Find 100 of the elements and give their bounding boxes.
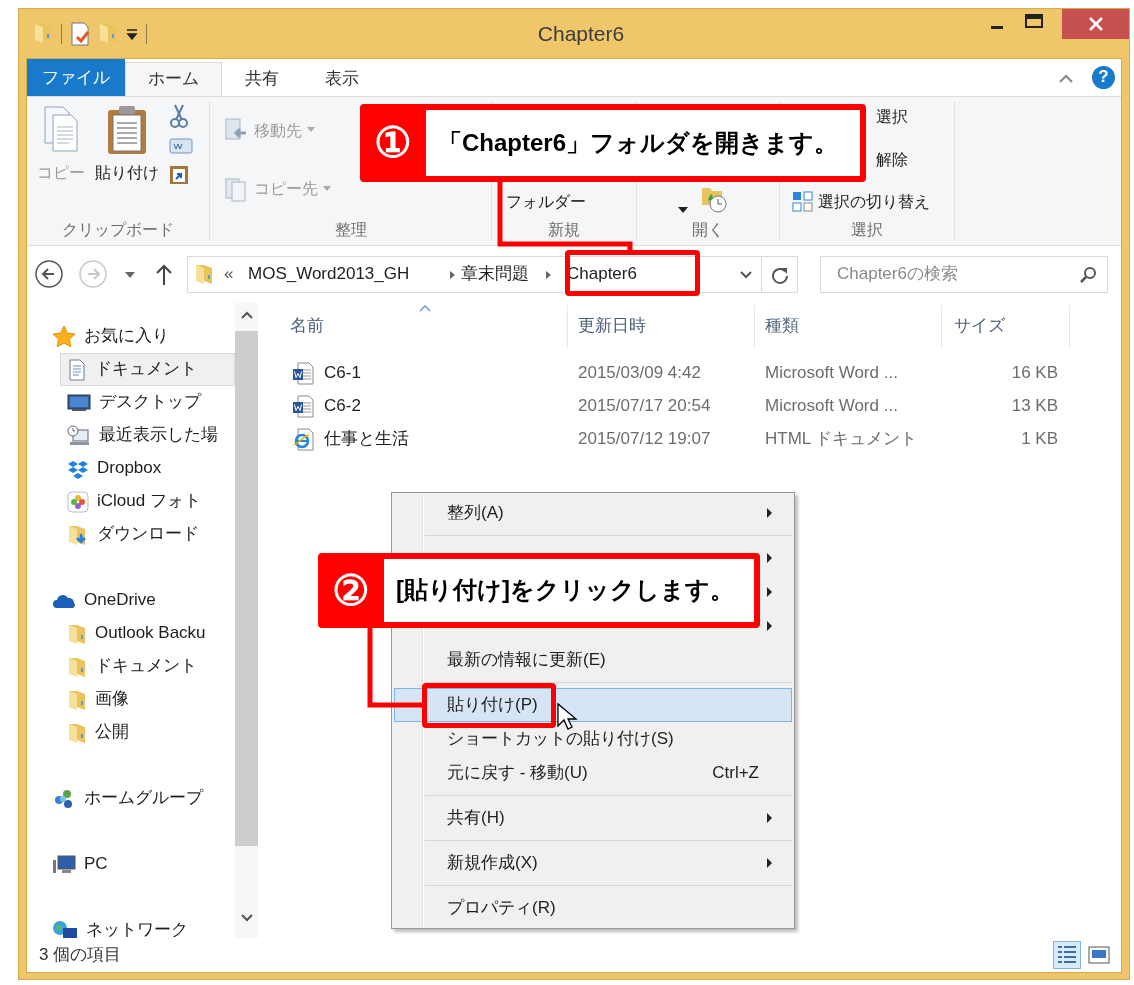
folder-icon	[194, 262, 214, 287]
ribbon-button-label[interactable]: フォルダー	[506, 192, 586, 212]
search-icon[interactable]	[1079, 265, 1097, 284]
word-document-icon	[292, 395, 314, 418]
box-stack-icon	[67, 458, 89, 479]
ribbon-button-label[interactable]: 解除	[876, 149, 908, 170]
column-header[interactable]: 更新日時	[578, 315, 646, 337]
column-header[interactable]: 種類	[765, 315, 799, 337]
menu-item[interactable]: 貼り付け(P)	[394, 688, 792, 722]
history-dropdown-icon[interactable]	[739, 269, 753, 280]
group-label: 選択	[850, 219, 884, 240]
nav-item[interactable]: ダウンロード	[60, 518, 235, 551]
nav-item[interactable]: デスクトップ	[60, 386, 235, 419]
nav-item[interactable]: ネットワーク	[27, 914, 235, 938]
overflow-chevrons[interactable]: «	[224, 264, 248, 285]
group-label: クリップボード	[61, 219, 175, 240]
flower-icon	[67, 490, 89, 513]
menu-item[interactable]: 共有(H)	[394, 801, 792, 835]
help-button[interactable]: ?	[1092, 66, 1115, 89]
nav-item[interactable]: 最近表示した場	[60, 419, 235, 452]
recent-locations-caret-icon[interactable]	[123, 269, 137, 280]
menu-item[interactable]: 整列(A)	[394, 496, 792, 530]
breadcrumb-segment[interactable]: MOS_Word2013_GH	[248, 264, 444, 285]
grid-squares-icon[interactable]	[792, 191, 814, 213]
clipboard-icon[interactable]	[105, 105, 149, 155]
nav-item[interactable]: Outlook Backu	[60, 617, 235, 650]
callout-text: [貼り付け]をクリックします。	[384, 559, 754, 622]
scrollbar-thumb[interactable]	[235, 331, 258, 846]
picture-view-icon	[1087, 943, 1111, 967]
star-icon	[52, 324, 76, 349]
nav-item[interactable]: 公開	[60, 716, 235, 749]
clock-icon	[67, 424, 91, 447]
group-label: 新規	[547, 219, 581, 240]
cloud-icon	[52, 592, 76, 609]
nav-item[interactable]: iCloud フォト	[60, 485, 235, 518]
dropdown-icon[interactable]	[126, 27, 138, 40]
monitor-icon	[67, 392, 91, 413]
menu-item[interactable]: 最新の情報に更新(E)	[394, 643, 792, 677]
status-text: 3 個の項目	[39, 944, 122, 966]
word-document-icon	[292, 362, 314, 385]
folder-icon	[67, 622, 87, 645]
table-cell: 2015/07/17 20:54	[578, 396, 711, 416]
table-cell: Microsoft Word ...	[765, 363, 898, 383]
table-cell: 13 KB	[1011, 396, 1058, 416]
search-field[interactable]: Chapter6の検索	[835, 263, 1079, 286]
window-title: Chapter6	[537, 21, 625, 45]
step-number: ②	[331, 565, 371, 616]
nav-item[interactable]: お気に入り	[27, 320, 235, 353]
nav-item[interactable]: ホームグループ	[27, 782, 235, 815]
folder-icon	[67, 655, 87, 678]
nav-item[interactable]: 画像	[60, 683, 235, 716]
step-number: ①	[373, 118, 413, 168]
table-cell: 2015/07/12 19:07	[578, 429, 711, 449]
nav-item[interactable]: Dropbox	[60, 452, 235, 485]
shortcut-text: Ctrl+Z	[712, 762, 760, 784]
globe-monitor-icon	[52, 919, 78, 938]
callout-text: 「Chapter6」フォルダを開きます。	[426, 110, 860, 176]
ribbon-tab[interactable]: ホーム	[125, 62, 222, 96]
table-cell: 16 KB	[1011, 363, 1058, 383]
refresh-icon[interactable]	[770, 265, 789, 284]
ribbon-button-label[interactable]: 選択の切り替え	[818, 192, 930, 212]
table-cell: HTML ドキュメント	[765, 429, 918, 449]
computer-icon	[52, 853, 76, 876]
column-header[interactable]: 名前	[290, 315, 324, 337]
group-label: 整理	[333, 219, 368, 240]
close-button[interactable]	[1062, 9, 1129, 39]
mouse-pointer-icon	[556, 702, 578, 732]
ribbon-button-label[interactable]: 貼り付け	[95, 163, 159, 183]
folder-icon	[67, 721, 87, 744]
nav-item[interactable]: ドキュメント	[60, 353, 235, 386]
nav-item[interactable]: OneDrive	[27, 584, 235, 617]
scissors-icon[interactable]	[169, 103, 189, 129]
table-cell: 2015/03/09 4:42	[578, 363, 701, 383]
caret-icon[interactable]	[677, 206, 689, 214]
file-name[interactable]: C6-1	[324, 363, 361, 384]
file-name[interactable]: 仕事と生活	[324, 429, 409, 450]
file-tab[interactable]: ファイル	[27, 59, 125, 96]
up-arrow-icon[interactable]	[155, 263, 173, 286]
menu-item[interactable]: プロパティ(R)	[394, 891, 792, 925]
folder-icon	[67, 688, 87, 711]
download-folder-icon	[67, 523, 89, 546]
document-icon	[67, 358, 87, 381]
nav-item[interactable]: PC	[27, 848, 235, 881]
checked-page-icon[interactable]	[70, 21, 90, 46]
ribbon-button-label[interactable]: 選択	[876, 107, 908, 127]
search-box[interactable]: Chapter6の検索	[820, 256, 1108, 293]
ribbon-tab[interactable]: 共有	[222, 62, 302, 96]
details-view-button[interactable]	[1053, 941, 1081, 969]
menu-item[interactable]: 新規作成(X)	[394, 846, 792, 880]
menu-item[interactable]: 元に戻す - 移動(U) Ctrl+Z	[394, 756, 792, 790]
breadcrumb-segment[interactable]: 章末問題	[461, 264, 540, 285]
small-card-icon[interactable]	[169, 137, 193, 155]
column-header[interactable]: サイズ	[954, 315, 1005, 337]
back-button[interactable]	[35, 259, 65, 290]
nav-item[interactable]: ドキュメント	[60, 650, 235, 683]
web-page-icon	[292, 428, 314, 451]
file-name[interactable]: C6-2	[324, 396, 361, 417]
shortcut-clipboard-icon[interactable]	[169, 163, 189, 185]
ribbon-tab[interactable]: 表示	[302, 62, 382, 96]
menu-item[interactable]: ショートカットの貼り付け(S)	[394, 722, 792, 756]
